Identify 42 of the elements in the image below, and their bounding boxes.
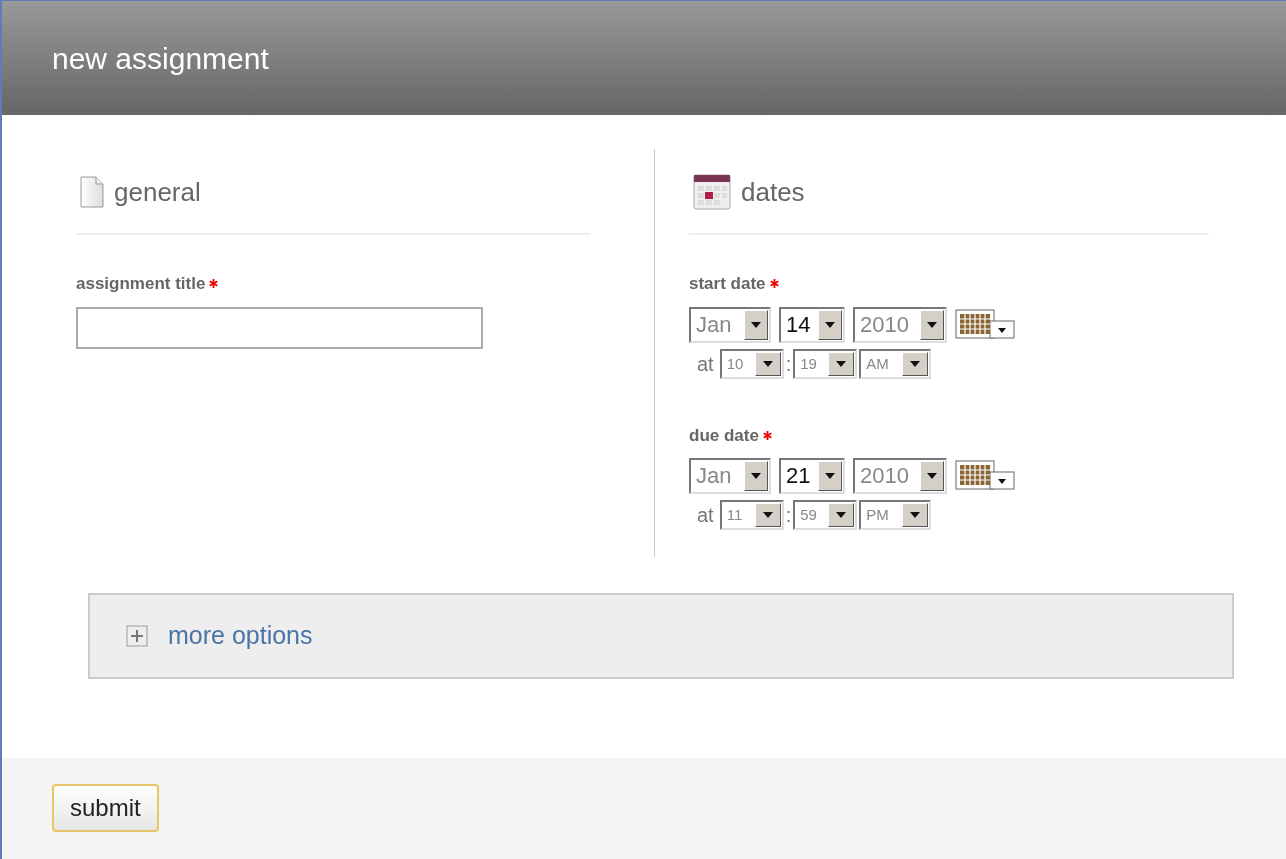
section-heading: dates xyxy=(741,175,805,209)
calendar-picker-icon[interactable] xyxy=(955,308,1015,341)
caret-icon xyxy=(836,512,847,518)
field-label: due date xyxy=(689,424,759,447)
month-select[interactable]: Jan xyxy=(689,306,771,343)
section-heading: general xyxy=(114,175,201,209)
caret-icon xyxy=(825,473,835,479)
caret-icon xyxy=(927,473,937,479)
hour-select[interactable]: 10 xyxy=(719,348,784,379)
caret-icon xyxy=(751,473,761,479)
caret-icon xyxy=(762,360,773,367)
hour-select[interactable]: 11 xyxy=(719,500,784,530)
more-options-link[interactable]: more options xyxy=(168,617,313,655)
document-icon xyxy=(80,176,104,208)
caret-icon xyxy=(927,321,937,328)
month-select[interactable]: Jan xyxy=(689,458,771,494)
time-label: at xyxy=(697,351,714,377)
day-select[interactable]: 21 xyxy=(779,458,845,494)
calendar-icon xyxy=(693,174,731,210)
time-separator: : xyxy=(785,351,792,377)
caret-icon xyxy=(910,360,921,367)
caret-icon xyxy=(762,512,773,518)
year-select[interactable]: 2010 xyxy=(853,458,947,494)
year-select[interactable]: 2010 xyxy=(853,306,947,343)
expand-icon[interactable] xyxy=(126,625,148,647)
day-select[interactable]: 14 xyxy=(779,306,845,343)
caret-icon xyxy=(910,512,921,518)
text-field[interactable] xyxy=(76,306,483,349)
ampm-select[interactable]: PM xyxy=(859,500,932,530)
submit-button[interactable]: submit xyxy=(52,784,159,832)
minute-select[interactable]: 19 xyxy=(793,348,858,379)
field-label: start date xyxy=(689,273,766,295)
time-separator: : xyxy=(785,503,792,528)
time-label: at xyxy=(697,503,714,528)
caret-icon xyxy=(836,360,847,367)
caret-icon xyxy=(825,321,835,328)
minute-select[interactable]: 59 xyxy=(793,500,858,530)
calendar-picker-icon[interactable] xyxy=(955,460,1015,492)
ampm-select[interactable]: AM xyxy=(859,348,932,379)
caret-icon xyxy=(751,321,761,328)
field-label: assignment title xyxy=(76,273,206,295)
page-title: new assignment xyxy=(52,40,269,77)
